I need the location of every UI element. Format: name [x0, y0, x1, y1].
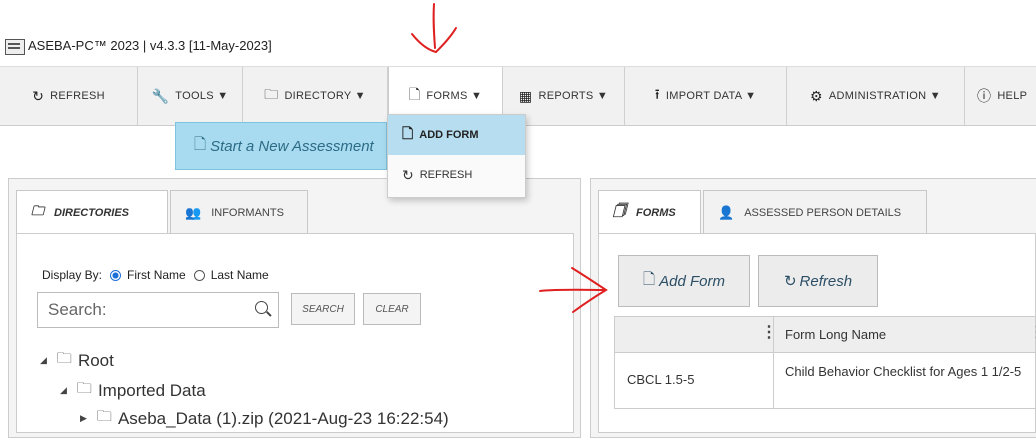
tab-directories[interactable]: 🗀 DIRECTORIES	[16, 190, 168, 234]
first-name-radio[interactable]	[110, 269, 122, 281]
directory-menu[interactable]: 🗀 DIRECTORY ▼	[243, 67, 388, 125]
add-document-icon: 🗋	[194, 135, 207, 153]
app-icon	[5, 39, 25, 55]
tree-node-root[interactable]: ◢ 🗀 Root	[40, 348, 114, 373]
refresh-icon: ↻	[783, 273, 797, 290]
tab-informants[interactable]: 👥 INFORMANTS	[170, 190, 308, 234]
tree-node-imported-data[interactable]: ◢ 🗀 Imported Data	[60, 378, 206, 403]
people-icon: 👥	[185, 204, 202, 220]
refresh-icon: ↻	[402, 166, 414, 183]
table-row[interactable]: CBCL 1.5-5 Child Behavior Checklist for …	[614, 353, 1036, 409]
report-icon: ▦	[518, 87, 533, 104]
refresh-forms-button[interactable]: ↻ Refresh	[758, 255, 878, 307]
person-icon: 👤	[718, 204, 735, 220]
tab-assessed-person-details[interactable]: 👤 ASSESSED PERSON DETAILS	[703, 190, 927, 234]
administration-menu[interactable]: ⚙ ADMINISTRATION ▼	[787, 67, 965, 125]
annotation-arrow-down	[411, 3, 457, 54]
directories-content	[16, 233, 574, 433]
expanded-caret-icon: ◢	[40, 355, 47, 365]
tree-node-aseba-data[interactable]: ▶ 🗀 Aseba_Data (1).zip (2021-Aug-23 16:2…	[80, 406, 449, 431]
forms-grid-header: ⋮ Form Long Name ⋮	[614, 316, 1036, 353]
help-menu[interactable]: ⓘ HELP	[965, 67, 1036, 125]
column-header-form-long-name[interactable]: Form Long Name	[785, 327, 886, 342]
expanded-caret-icon: ◢	[60, 385, 67, 395]
add-form-button[interactable]: 🗋 Add Form	[618, 255, 750, 307]
refresh-button[interactable]: ↻ REFRESH	[0, 67, 138, 125]
folder-icon: 🗀	[31, 202, 45, 218]
wrench-icon: 🔧	[151, 87, 170, 104]
help-icon: ⓘ	[977, 88, 992, 104]
upload-icon: ⭱	[654, 86, 660, 102]
form-code-cell: CBCL 1.5-5	[627, 372, 695, 387]
folder-icon: 🗀	[264, 86, 279, 102]
window-title: ASEBA-PC™ 2023 | v4.3.3 [11-May-2023]	[28, 38, 272, 53]
document-icon: 🗋	[408, 86, 421, 102]
search-button[interactable]: SEARCH	[291, 293, 355, 325]
tools-menu[interactable]: 🔧 TOOLS ▼	[138, 67, 243, 125]
collapsed-caret-icon: ▶	[80, 413, 87, 423]
forms-dropdown: 🗋 ADD FORM ↻ REFRESH	[387, 114, 526, 198]
gear-icon: ⚙	[810, 87, 823, 104]
add-document-icon: 🗋	[643, 270, 656, 288]
copy-document-icon: 🗍	[613, 202, 626, 218]
folder-icon: 🗀	[76, 380, 92, 397]
form-long-name-cell: Child Behavior Checklist for Ages 1 1/2-…	[785, 364, 1022, 379]
last-name-radio[interactable]	[193, 269, 205, 281]
menu-item-add-form[interactable]: 🗋 ADD FORM	[388, 115, 525, 155]
clear-button[interactable]: CLEAR	[363, 293, 421, 325]
search-input[interactable]: Search:	[37, 292, 279, 328]
import-data-menu[interactable]: ⭱ IMPORT DATA ▼	[625, 67, 787, 125]
refresh-icon: ↻	[32, 87, 45, 104]
tab-forms[interactable]: 🗍 FORMS	[598, 190, 701, 234]
search-icon	[255, 301, 268, 314]
column-menu-icon[interactable]: ⋮	[761, 325, 777, 341]
start-new-assessment-button[interactable]: 🗋 Start a New Assessment	[175, 122, 387, 170]
folder-icon: 🗀	[96, 408, 112, 425]
menu-item-refresh[interactable]: ↻ REFRESH	[388, 155, 525, 195]
display-by: Display By: First Name Last Name	[42, 268, 269, 282]
column-menu-icon[interactable]: ⋮	[1029, 325, 1036, 341]
folder-icon: 🗀	[56, 350, 72, 367]
add-document-icon: 🗋	[402, 125, 414, 141]
